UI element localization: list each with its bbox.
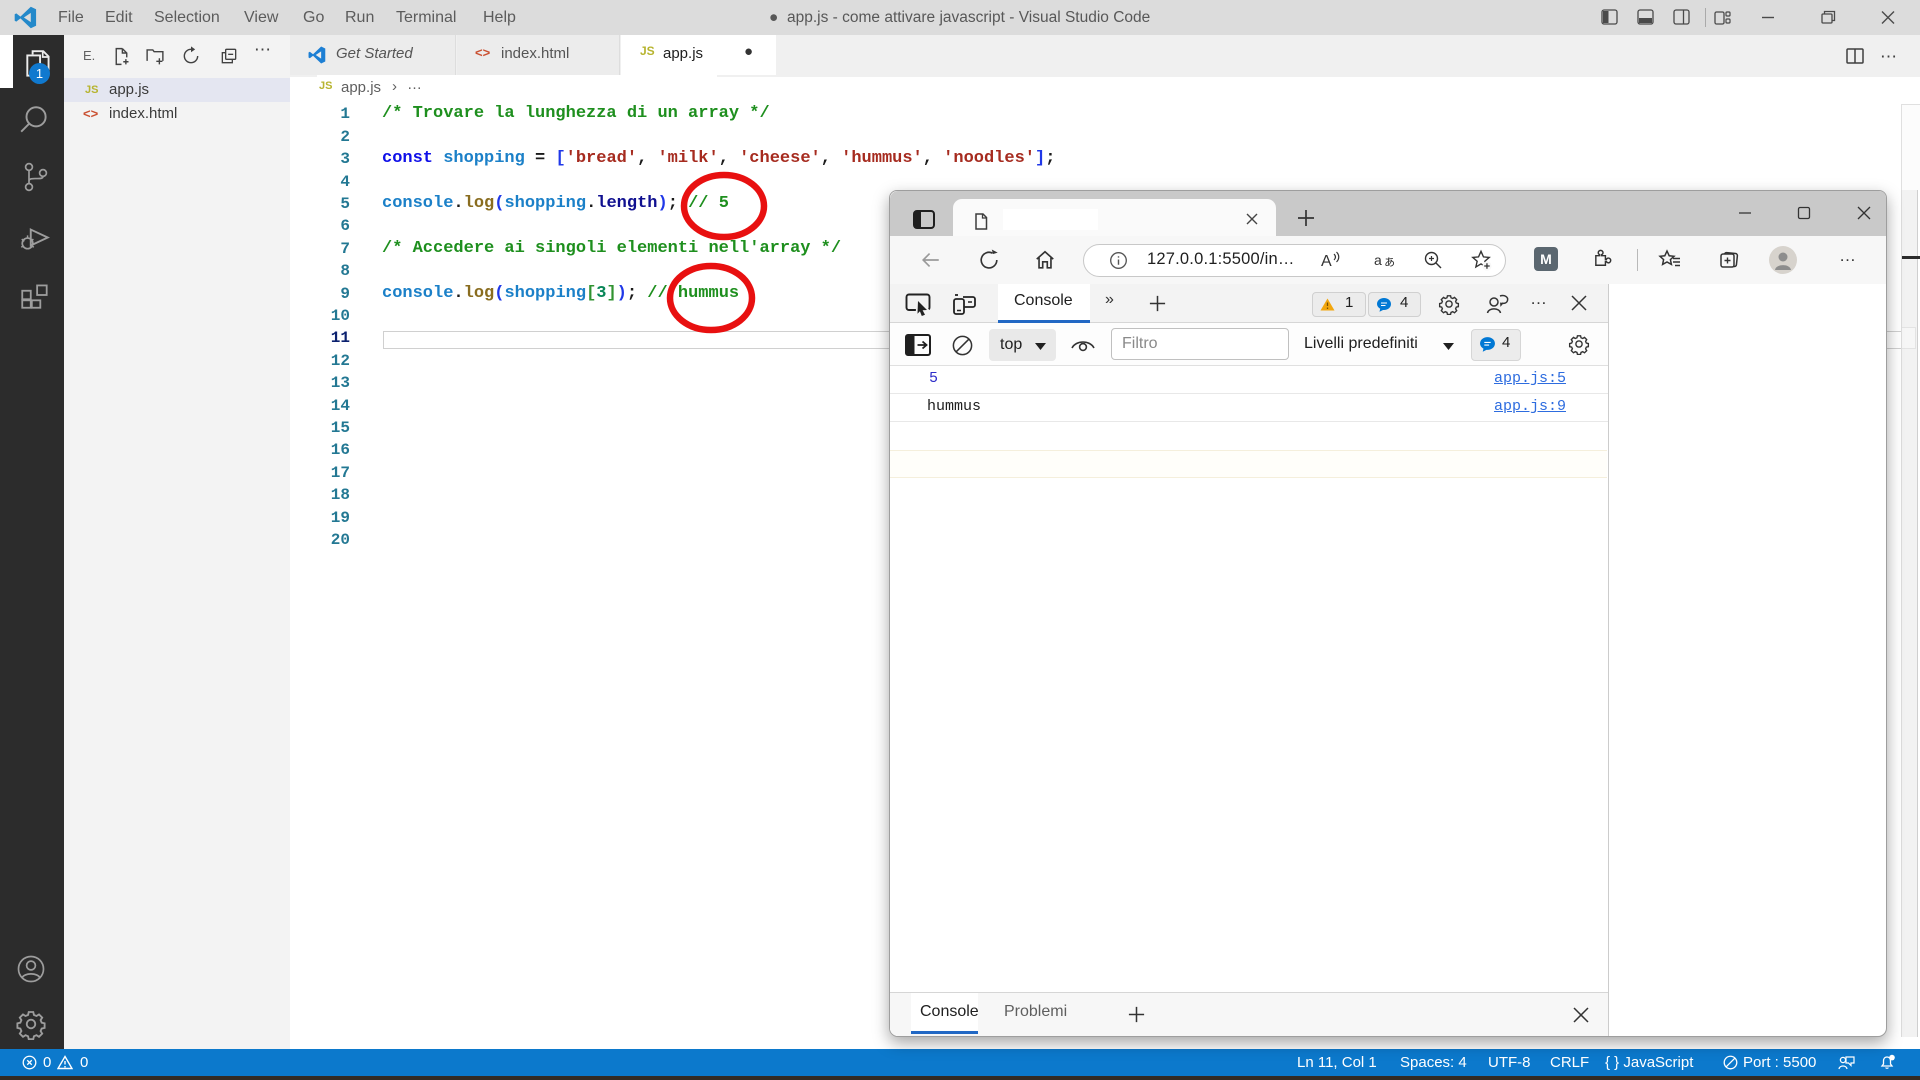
svg-text:A: A xyxy=(1321,253,1332,270)
svg-text:ぁ: ぁ xyxy=(1383,254,1396,269)
svg-text:a: a xyxy=(1374,252,1382,268)
